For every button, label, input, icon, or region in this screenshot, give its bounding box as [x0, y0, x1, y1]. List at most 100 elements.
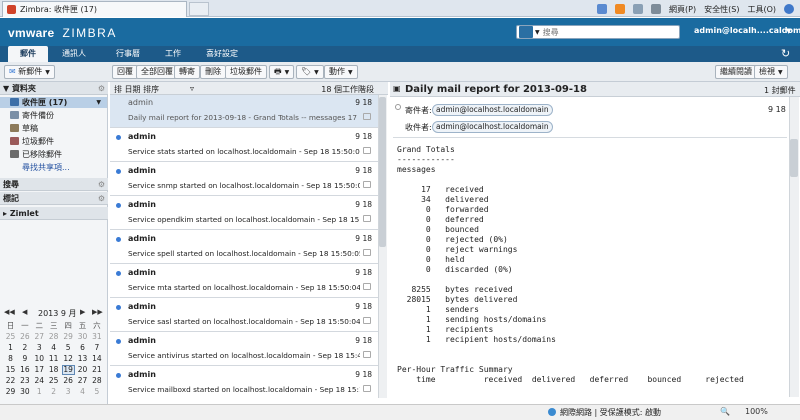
calendar-day[interactable]: 16 [18, 365, 31, 375]
calendar-day[interactable]: 17 [33, 365, 46, 375]
help-icon[interactable] [784, 4, 794, 14]
calendar-day[interactable]: 20 [76, 365, 89, 375]
calendar-day[interactable]: 25 [4, 332, 17, 342]
message-row[interactable]: admin 9 18 Service stats started on localh… [110, 129, 378, 162]
calendar-day[interactable]: 30 [76, 332, 89, 342]
flag-icon[interactable] [363, 215, 371, 222]
junk-button[interactable]: 垃圾郵件 [225, 65, 267, 79]
calendar-day[interactable]: 12 [62, 354, 75, 364]
calendar-day[interactable]: 5 [90, 387, 103, 397]
calendar-day[interactable]: 26 [62, 376, 75, 386]
calendar-day[interactable]: 24 [33, 376, 46, 386]
print-icon[interactable] [651, 4, 662, 14]
calendar-day[interactable]: 3 [33, 343, 46, 353]
cal-next-month-icon[interactable]: ▶ [80, 308, 85, 316]
calendar-day[interactable]: 31 [90, 332, 103, 342]
flag-icon[interactable] [363, 147, 371, 154]
sort-label[interactable]: 排 日期 排序 [114, 84, 159, 95]
zoom-level[interactable]: 100% [745, 407, 768, 416]
tab-tasks[interactable]: 工作 [155, 46, 191, 62]
calendar-day[interactable]: 1 [33, 387, 46, 397]
reply-all-button[interactable]: 全部回覆 [136, 65, 178, 79]
calendar-day[interactable]: 9 [18, 354, 31, 364]
collapse-icon[interactable]: ▣ [393, 84, 401, 93]
folders-header[interactable]: ▼ 資料夾 ⚙ [0, 82, 108, 95]
expand-icon[interactable] [395, 104, 401, 110]
folder-trash[interactable]: 已移除郵件 [0, 149, 107, 160]
calendar-day[interactable]: 14 [90, 354, 103, 364]
cal-prev-month-icon[interactable]: ◀ [22, 308, 27, 316]
continue-reading-button[interactable]: 繼續閱讀 [715, 65, 757, 79]
mail-icon[interactable] [633, 4, 644, 14]
user-menu-chevron-icon[interactable]: ▼ [786, 27, 791, 35]
calendar-day[interactable]: 10 [33, 354, 46, 364]
forward-button[interactable]: 轉寄 [174, 65, 200, 79]
flag-icon[interactable] [363, 351, 371, 358]
calendar-day[interactable]: 18 [47, 365, 60, 375]
user-account[interactable]: admin@localh....caldomain [694, 26, 800, 35]
message-row[interactable]: admin 9 18 Service antivirus started on lo… [110, 333, 378, 366]
calendar-day[interactable]: 21 [90, 365, 103, 375]
sort-arrow-icon[interactable]: ▿ [190, 84, 194, 93]
refresh-icon[interactable]: ↻ [781, 47, 790, 60]
calendar-day[interactable]: 27 [76, 376, 89, 386]
rss-icon[interactable] [615, 4, 626, 14]
calendar-day[interactable]: 15 [4, 365, 17, 375]
delete-button[interactable]: 刪除 [200, 65, 226, 79]
calendar-day[interactable]: 28 [90, 376, 103, 386]
reply-button[interactable]: 回覆 [112, 65, 138, 79]
calendar-day[interactable]: 5 [62, 343, 75, 353]
calendar-day[interactable]: 25 [47, 376, 60, 386]
menu-tools[interactable]: 工具(O) [747, 4, 776, 15]
calendar-day[interactable]: 11 [47, 354, 60, 364]
calendar-day[interactable]: 26 [18, 332, 31, 342]
search-input[interactable] [542, 27, 663, 37]
folder-inbox[interactable]: 收件匣 (17) ▼ [0, 97, 107, 108]
message-row[interactable]: admin 9 18 Daily mail report for 2013-09-1… [110, 95, 378, 128]
tab-contacts[interactable]: 通訊人 [52, 46, 96, 62]
new-tab-button[interactable] [189, 2, 209, 16]
view-button[interactable]: 檢視 ▼ [754, 65, 788, 79]
calendar-day[interactable]: 22 [4, 376, 17, 386]
flag-icon[interactable] [363, 283, 371, 290]
message-row[interactable]: admin 9 18 Service mailboxd started on loc… [110, 367, 378, 398]
new-mail-button[interactable]: ✉ 新郵件 ▼ [4, 65, 55, 79]
calendar-day[interactable]: 29 [4, 387, 17, 397]
calendar-day[interactable]: 19 [61, 365, 75, 375]
calendar-day[interactable]: 4 [47, 343, 60, 353]
print-button[interactable]: 🖶 ▼ [269, 65, 295, 79]
calendar-day[interactable]: 2 [47, 387, 60, 397]
folder-junk[interactable]: 垃圾郵件 [0, 136, 107, 147]
menu-safety[interactable]: 安全性(S) [704, 4, 739, 15]
folder-drafts[interactable]: 草稿 [0, 123, 107, 134]
calendar-day[interactable]: 3 [62, 387, 75, 397]
tab-mail[interactable]: 郵件 [8, 46, 48, 62]
tag-button[interactable]: 🏷 ▼ [296, 65, 324, 79]
search-box[interactable]: ▼ [516, 25, 680, 39]
search-header[interactable]: 搜尋 ⚙ [0, 178, 108, 191]
calendar-day[interactable]: 1 [4, 343, 17, 353]
mail-search-type-icon[interactable] [519, 26, 533, 38]
zimlet-header[interactable]: ▸ Zimlet [0, 207, 108, 220]
to-address[interactable]: admin@localhost.localdomain [432, 121, 553, 133]
calendar-day[interactable]: 23 [18, 376, 31, 386]
from-address[interactable]: admin@localhost.localdomain [432, 104, 553, 116]
home-icon[interactable] [597, 4, 608, 14]
body-scrollbar-thumb[interactable] [790, 139, 798, 177]
list-scrollbar-thumb[interactable] [379, 97, 386, 247]
find-shares-link[interactable]: 尋找共享項... [0, 162, 107, 173]
chevron-down-icon[interactable]: ▼ [535, 29, 540, 36]
tab-preferences[interactable]: 喜好設定 [196, 46, 248, 62]
calendar-day[interactable]: 28 [47, 332, 60, 342]
calendar-day[interactable]: 30 [18, 387, 31, 397]
message-row[interactable]: admin 9 18 Service spell started on localh… [110, 231, 378, 264]
tab-calendar[interactable]: 行事曆 [106, 46, 150, 62]
flag-icon[interactable] [363, 113, 371, 120]
cal-next-year-icon[interactable]: ▶▶ [92, 308, 103, 316]
tags-header[interactable]: 標記 ⚙ [0, 192, 108, 205]
flag-icon[interactable] [363, 249, 371, 256]
calendar-day[interactable]: 2 [18, 343, 31, 353]
message-row[interactable]: admin 9 18 Service mta started on localhos… [110, 265, 378, 298]
calendar-day[interactable]: 4 [76, 387, 89, 397]
cal-prev-year-icon[interactable]: ◀◀ [4, 308, 15, 316]
